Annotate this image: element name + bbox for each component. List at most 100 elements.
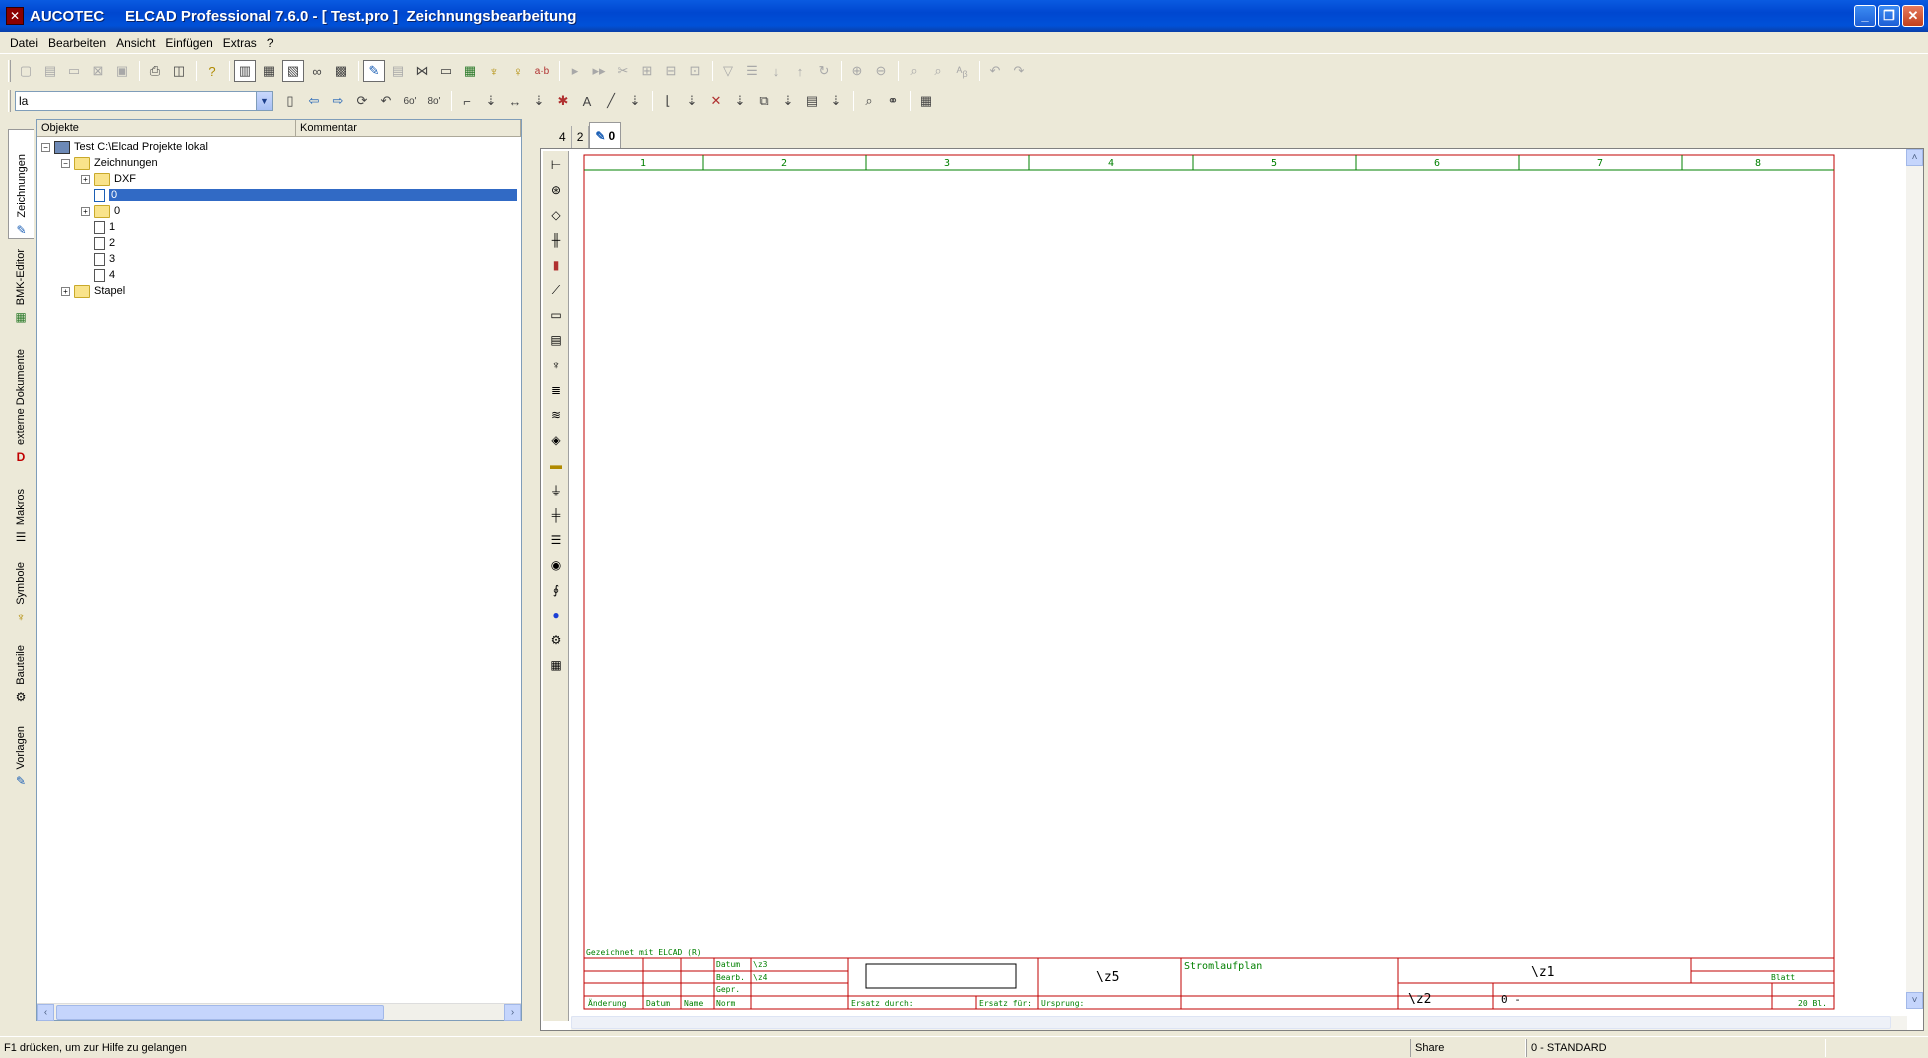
tool-a-icon[interactable]: ✂ (612, 60, 634, 82)
symbol-sensor-icon[interactable]: ◈ (545, 429, 567, 451)
rotate-icon[interactable]: ↶ (375, 90, 397, 112)
toolbar-grip[interactable] (8, 60, 11, 82)
tree-node-doc-3[interactable]: 3 (94, 251, 115, 267)
layer-combo[interactable]: la ▼ (15, 91, 273, 111)
zoom-in-icon[interactable]: ⊕ (846, 60, 868, 82)
expand-icon[interactable]: + (81, 206, 90, 216)
print-preview-icon[interactable]: ◫ (168, 60, 190, 82)
corner-icon[interactable]: ⌊ (657, 90, 679, 112)
new-icon[interactable]: ▢ (15, 60, 37, 82)
scroll-thumb[interactable] (56, 1004, 384, 1020)
doc-tab-0[interactable]: ✎ 0 (589, 122, 622, 148)
page-icon[interactable]: ▯ (279, 90, 301, 112)
collapse-icon[interactable]: − (41, 142, 50, 152)
replace-icon[interactable]: ᴬᵦ (951, 60, 973, 82)
view-list-icon[interactable]: ▦ (258, 60, 280, 82)
binoculars-icon[interactable]: ⚭ (882, 90, 904, 112)
tree-node-root[interactable]: − Test C:\Elcad Projekte lokal (41, 139, 208, 155)
star-icon[interactable]: ✱ (552, 90, 574, 112)
tree-node-doc-1[interactable]: 1 (94, 219, 115, 235)
app-icon[interactable]: ✕ (6, 7, 24, 25)
tab-zeichnungen[interactable]: Zeichnungen ✎ (8, 129, 34, 239)
pin-down-6-icon[interactable]: ⇣ (777, 90, 799, 112)
symbol-table-icon[interactable]: ▦ (545, 654, 567, 676)
tree-node-dxf[interactable]: + DXF (81, 171, 136, 187)
collapse-icon[interactable]: − (61, 158, 70, 168)
arrow-left-icon[interactable]: ⇦ (303, 90, 325, 112)
connect-icon[interactable]: ⋈ (411, 60, 433, 82)
filter-list-icon[interactable]: ☰ (741, 60, 763, 82)
find-icon[interactable]: ⌕ (903, 60, 925, 82)
drawing-hscroll-thumb[interactable] (571, 1016, 1891, 1029)
pin-down-7-icon[interactable]: ⇣ (825, 90, 847, 112)
scroll-left-icon[interactable]: ‹ (37, 1003, 54, 1021)
delete-icon[interactable]: ✕ (705, 90, 727, 112)
new-project-icon[interactable]: ▤ (39, 60, 61, 82)
chip-icon[interactable]: ▦ (459, 60, 481, 82)
tree-hscrollbar[interactable]: ‹ › (37, 1003, 521, 1021)
paste-icon[interactable]: ▤ (801, 90, 823, 112)
close-doc-icon[interactable]: ⊠ (87, 60, 109, 82)
pin-down-2-icon[interactable]: ⇣ (528, 90, 550, 112)
tree-node-doc-2[interactable]: 2 (94, 235, 115, 251)
symbol-resistor-icon[interactable]: ▬ (545, 454, 567, 476)
menu-einfuegen[interactable]: Einfügen (165, 36, 212, 50)
tree-node-folder-0[interactable]: + 0 (81, 203, 120, 219)
ab-icon[interactable]: a·b (531, 60, 553, 82)
tree-node-stapel[interactable]: + Stapel (61, 283, 125, 299)
scroll-up-icon[interactable]: ˄ (1906, 149, 1923, 166)
tab-bmk-editor[interactable]: BMK-Editor ▦ (8, 245, 34, 325)
link-80-icon[interactable]: 8o' (423, 90, 445, 112)
pin-down-icon[interactable]: ⇣ (480, 90, 502, 112)
sort-asc-icon[interactable]: ↓ (765, 60, 787, 82)
symbol-gear-icon[interactable]: ⚙ (545, 629, 567, 651)
tab-symbole[interactable]: Symbole ♆ (8, 557, 34, 625)
monitor-icon[interactable]: ▭ (435, 60, 457, 82)
view-glasses-icon[interactable]: ∞ (306, 60, 328, 82)
col-kommentar[interactable]: Kommentar (296, 120, 521, 136)
step-end-icon[interactable]: ▸▸ (588, 60, 610, 82)
drawing-vscrollbar[interactable]: ˄ ˅ (1906, 149, 1923, 1009)
bulb-icon[interactable]: ♀ (507, 60, 529, 82)
scroll-right-icon[interactable]: › (504, 1003, 521, 1021)
symbol-diamond-icon[interactable]: ◇ (545, 204, 567, 226)
minimize-button[interactable]: _ (1854, 5, 1876, 27)
open-icon[interactable]: ▭ (63, 60, 85, 82)
symbol-spring-icon[interactable]: ∮ (545, 579, 567, 601)
symbol-heater-icon[interactable]: ≣ (545, 379, 567, 401)
symbol-contacts-icon[interactable]: ╫ (545, 229, 567, 251)
symbol-panel-icon[interactable]: ▤ (545, 329, 567, 351)
plug-icon[interactable]: ♆ (483, 60, 505, 82)
text-icon[interactable]: A (576, 90, 598, 112)
menu-datei[interactable]: Datei (10, 36, 38, 50)
pin-down-5-icon[interactable]: ⇣ (729, 90, 751, 112)
tool-d-icon[interactable]: ⊡ (684, 60, 706, 82)
close-button[interactable]: ✕ (1902, 5, 1924, 27)
tool-c-icon[interactable]: ⊟ (660, 60, 682, 82)
symbol-box-icon[interactable]: ▭ (545, 304, 567, 326)
menu-ansicht[interactable]: Ansicht (116, 36, 155, 50)
tab-vorlagen[interactable]: Vorlagen ✎ (8, 717, 34, 789)
pin-down-3-icon[interactable]: ⇣ (624, 90, 646, 112)
tree-node-zeichnungen[interactable]: − Zeichnungen (61, 155, 158, 171)
print-icon[interactable]: ⎙ (144, 60, 166, 82)
expand-icon[interactable]: + (81, 174, 90, 184)
view-tree-icon[interactable]: ▥ (234, 60, 256, 82)
drawing-mode-icon[interactable]: ✎ (363, 60, 385, 82)
search-icon[interactable]: ⌕ (858, 90, 880, 112)
scroll-down-icon[interactable]: ˅ (1906, 992, 1923, 1009)
restore-button[interactable]: ❐ (1878, 5, 1900, 27)
symbol-gauge-icon[interactable]: ◉ (545, 554, 567, 576)
col-objekte[interactable]: Objekte (37, 120, 296, 136)
symbol-busbar-icon[interactable]: ☰ (545, 529, 567, 551)
symbol-motor-icon[interactable]: ⊛ (545, 179, 567, 201)
doc-tab-2[interactable]: 2 (572, 126, 590, 148)
symbol-relay-icon[interactable]: ▮ (545, 254, 567, 276)
page-refresh-icon[interactable]: ⟳ (351, 90, 373, 112)
pin-down-4-icon[interactable]: ⇣ (681, 90, 703, 112)
grid-icon[interactable]: ▤ (387, 60, 409, 82)
tab-makros[interactable]: Makros ☰ (8, 483, 34, 545)
menu-bearbeiten[interactable]: Bearbeiten (48, 36, 106, 50)
step-next-icon[interactable]: ▸ (564, 60, 586, 82)
redo-icon[interactable]: ↷ (1008, 60, 1030, 82)
